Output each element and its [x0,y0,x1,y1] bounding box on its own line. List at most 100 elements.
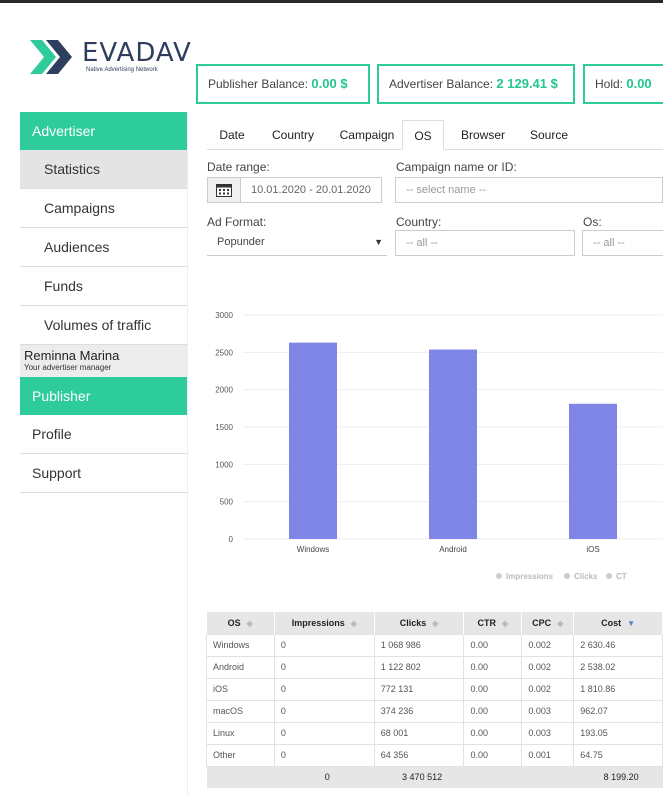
table-row: Windows 0 1 068 986 0.00 0.002 2 630.46 [206,633,663,657]
hold-balance-value: 0.00 [626,76,652,91]
tab-date[interactable]: Date [207,120,257,150]
calendar-button[interactable] [207,177,241,203]
x-tick-label: iOS [586,545,599,554]
sidebar-item-volumes-of-traffic[interactable]: Volumes of traffic [20,306,187,345]
table-cell: Android [206,655,275,679]
country-label: Country: [396,215,442,229]
table-cell: 0.00 [463,633,523,657]
advertiser-manager: Reminna Marina Your advertiser manager [20,345,187,377]
legend-dot [496,573,502,579]
table-cell: macOS [206,699,275,723]
y-tick-label: 1000 [215,460,233,469]
table-cell: 0.00 [463,743,523,767]
col-header-impressions[interactable]: Impressions ◆ [274,612,375,634]
hold-balance: Hold: 0.00 [583,64,663,104]
sidebar-item-advertiser[interactable]: Advertiser [20,112,187,150]
table-row: Android 0 1 122 802 0.00 0.002 2 538.02 [206,655,663,679]
y-tick-label: 2500 [215,348,233,357]
col-header-cost[interactable]: Cost ▼ [573,612,663,634]
legend-item-ct: CT [616,572,627,581]
logo[interactable]: EVADAV Native Advertising Network [30,38,200,80]
table-cell: 772 131 [373,677,465,701]
tab-country[interactable]: Country [263,120,323,150]
table-cell: 0.00 [463,677,523,701]
sidebar-item-support[interactable]: Support [20,454,187,493]
publisher-balance-label: Publisher Balance: [208,77,309,91]
x-tick-label: Android [439,545,467,554]
table-cell: 0.003 [521,699,575,723]
sidebar-item-campaigns[interactable]: Campaigns [20,189,187,228]
table-cell: 1 122 802 [373,655,465,679]
col-header-clicks[interactable]: Clicks ◆ [374,612,465,634]
table-cell: 0 [273,633,375,657]
table-cell: 1 068 986 [373,633,465,657]
tab-source[interactable]: Source [521,120,577,150]
advertiser-balance: Advertiser Balance: 2 129.41 $ [377,64,575,104]
brand-tagline: Native Advertising Network [86,67,158,73]
ad-format-select[interactable]: Popunder ▼ [207,230,387,256]
sidebar-item-profile[interactable]: Profile [20,415,187,454]
calendar-icon [216,184,232,197]
os-select[interactable]: -- all -- [582,230,663,256]
legend-dot [564,573,570,579]
totals-cell: 8 199.20 [573,766,663,788]
y-tick-label: 500 [220,498,234,507]
table-cell: 2 630.46 [573,633,663,657]
brand-name: EVADAV [82,38,192,68]
totals-cell [521,766,574,788]
advertiser-balance-value: 2 129.41 $ [496,76,558,91]
table-cell: 64 356 [373,743,465,767]
sidebar-item-audiences[interactable]: Audiences [20,228,187,267]
table-totals-row: 03 470 512 8 199.20 [206,766,663,788]
table-cell: 0 [273,699,375,723]
table-cell: 1 810.86 [573,677,663,701]
publisher-balance: Publisher Balance: 0.00 $ [196,64,370,104]
manager-role: Your advertiser manager [24,363,112,372]
hold-balance-label: Hold: [595,77,624,91]
table-cell: 0 [273,721,375,745]
sidebar-item-funds[interactable]: Funds [20,267,187,306]
totals-cell [206,766,275,788]
table-row: Linux 0 68 001 0.00 0.003 193.05 [206,721,663,745]
col-header-ctr[interactable]: CTR ◆ [463,612,523,634]
table-cell: 0.002 [521,655,575,679]
totals-cell [463,766,522,788]
col-header-cpc[interactable]: CPC ◆ [521,612,575,634]
totals-cell: 3 470 512 [374,766,464,788]
legend-item-impressions: Impressions [506,572,554,581]
date-range-label: Date range: [207,160,270,174]
table-cell: iOS [206,677,275,701]
table-cell: 0.002 [521,677,575,701]
table-cell: 0 [273,677,375,701]
legend-item-clicks: Clicks [574,572,598,581]
table-row: macOS 0 374 236 0.00 0.003 962.07 [206,699,663,723]
table-cell: 68 001 [373,721,465,745]
tab-campaign[interactable]: Campaign [333,120,401,150]
country-select[interactable]: -- all -- [395,230,575,256]
table-cell: 0.003 [521,721,575,745]
os-bar-chart: 0 500 1000 1500 2000 2500 3000 Windows Android iO… [207,300,663,590]
caret-down-icon: ▼ [374,237,383,247]
table-cell: 0 [273,655,375,679]
os-label: Os: [583,215,602,229]
y-tick-label: 0 [229,535,234,544]
table-cell: 374 236 [373,699,465,723]
x-tick-label: Windows [297,545,329,554]
tab-os[interactable]: OS [402,120,444,150]
sidebar: Advertiser Statistics Campaigns Audience… [20,112,188,794]
table-cell: 193.05 [573,721,663,745]
sidebar-item-statistics[interactable]: Statistics [20,150,187,189]
sidebar-item-publisher[interactable]: Publisher [20,377,187,415]
table-cell: 0.001 [521,743,575,767]
table-cell: 962.07 [573,699,663,723]
y-tick-label: 1500 [215,423,233,432]
tab-browser[interactable]: Browser [453,120,513,150]
campaign-search-input[interactable]: -- select name -- [395,177,663,203]
table-cell: 0.00 [463,655,523,679]
date-range-input[interactable]: 10.01.2020 - 20.01.2020 [240,177,382,203]
top-bar [0,0,663,3]
table-row: Other 0 64 356 0.00 0.001 64.75 [206,743,663,767]
table-cell: 0.00 [463,699,523,723]
totals-cell: 0 [274,766,375,788]
col-header-os[interactable]: OS ◆ [206,612,275,634]
